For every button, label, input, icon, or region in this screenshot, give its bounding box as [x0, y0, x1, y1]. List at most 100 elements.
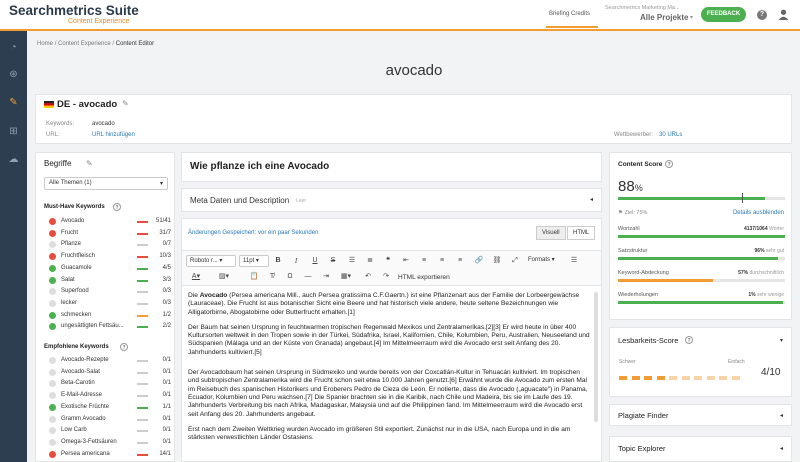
left-sidebar: ◔ ⊛ ✎ ⊞ ☁: [0, 31, 27, 462]
keyword-row[interactable]: Superfood 0/3: [49, 287, 171, 297]
tab-html[interactable]: HTML: [567, 226, 596, 240]
cloud-icon[interactable]: ☁: [7, 153, 20, 166]
project-org[interactable]: Searchmetrics Marketing Ma...: [605, 5, 680, 11]
align-center-icon[interactable]: ≡: [436, 255, 448, 267]
app-logo[interactable]: Searchmetrics Suite: [9, 3, 139, 18]
competitors-link[interactable]: 30 URLs: [659, 132, 682, 138]
keyword-name: schmecken: [61, 311, 92, 318]
undo-icon[interactable]: ↶: [362, 271, 374, 283]
keyword-row[interactable]: Low Carb 0/1: [49, 426, 171, 436]
keyword-name: Pflanze: [61, 241, 82, 248]
caret-left-icon[interactable]: ◂: [780, 412, 783, 419]
strikethrough-icon[interactable]: S: [327, 255, 339, 267]
project-title: DE - avocado: [57, 99, 118, 110]
bold-icon[interactable]: B: [272, 255, 284, 267]
breadcrumb-home[interactable]: Home: [37, 41, 53, 47]
size-select[interactable]: 11pt ▾: [239, 255, 269, 267]
keyword-name: Avocado: [61, 218, 85, 224]
keyword-row[interactable]: Gramm Avocado 0/1: [49, 415, 171, 425]
editor-content[interactable]: Die Avocado (Persea americana Mill., auc…: [188, 292, 590, 449]
alert-icon: [49, 450, 56, 458]
paragraph-1: Die Avocado (Persea americana Mill., auc…: [188, 292, 580, 316]
content-score-card: Content Score ? 88% ⚑ Ziel: 75% Details …: [609, 152, 792, 320]
keyword-row[interactable]: Avocado-Salat 0/1: [49, 368, 171, 378]
fullscreen-icon[interactable]: ⤢: [509, 255, 521, 267]
breadcrumb-section[interactable]: Content Experience: [58, 41, 111, 47]
redo-icon[interactable]: ↷: [380, 271, 392, 283]
font-select[interactable]: Roboto r... ▾: [186, 255, 236, 267]
caret-left-icon[interactable]: ◂: [780, 445, 783, 452]
keyword-count: 4/5: [162, 264, 171, 271]
editor-scrollbar[interactable]: [594, 292, 598, 422]
readability-segment: [631, 376, 640, 380]
chevron-down-icon[interactable]: ▾: [780, 337, 783, 344]
keyword-row[interactable]: Avocado 51/41: [49, 217, 171, 227]
keyword-row[interactable]: Frucht 31/7: [49, 229, 171, 239]
sitemap-icon[interactable]: ⊞: [7, 125, 20, 138]
dashboard-icon[interactable]: ◔: [7, 41, 20, 54]
bullet-list-icon[interactable]: ☰: [346, 255, 358, 267]
blockquote-icon[interactable]: ❝: [382, 255, 394, 267]
keyword-row[interactable]: Guacamole 4/5: [49, 264, 171, 274]
table-icon[interactable]: ▦▾: [340, 271, 352, 283]
metric-value: 57% durchschnittlich: [738, 270, 784, 276]
special-char-icon[interactable]: Ω: [284, 271, 296, 283]
keyword-row[interactable]: Fruchtfleisch 10/3: [49, 252, 171, 262]
keyword-row[interactable]: lecker 0/3: [49, 299, 171, 309]
project-selector[interactable]: Alle Projekte: [640, 13, 688, 22]
info-icon[interactable]: ?: [665, 160, 673, 168]
numbered-list-icon[interactable]: ≣: [364, 255, 376, 267]
info-icon[interactable]: ?: [685, 336, 693, 344]
nav-briefing-credits[interactable]: Briefing Credits: [549, 11, 590, 17]
unlink-icon[interactable]: ⛓: [491, 255, 503, 267]
keyword-row[interactable]: Persea americana 14/1: [49, 450, 171, 460]
edit-pencil-icon[interactable]: ✎: [122, 99, 129, 108]
user-icon[interactable]: [778, 9, 789, 20]
keyword-row[interactable]: Omega-3-Fettsäuren 0/1: [49, 438, 171, 448]
keyword-bar: [137, 383, 148, 386]
hide-details-link[interactable]: Details ausblenden: [733, 210, 784, 216]
topics-filter-select[interactable]: Alle Themen (1) ▾: [44, 177, 168, 190]
document-title[interactable]: Wie pflanze ich eine Avocado: [190, 161, 329, 172]
align-right-icon[interactable]: ≡: [454, 255, 466, 267]
chevron-down-icon[interactable]: ▾: [690, 14, 693, 21]
clear-format-icon[interactable]: T̸: [266, 271, 278, 283]
info-icon[interactable]: ?: [120, 343, 128, 351]
editor-pencil-icon[interactable]: ✎: [7, 96, 20, 109]
align-justify-icon[interactable]: ☰: [568, 255, 580, 267]
caret-left-icon[interactable]: ◂: [590, 196, 593, 203]
info-icon[interactable]: ?: [113, 203, 121, 211]
add-url-link[interactable]: URL hinzufügen: [92, 132, 135, 138]
keyword-row[interactable]: ungesättigten Fettsäu... 2/2: [49, 322, 171, 332]
metric-label: Keyword-Abdeckung: [618, 270, 669, 276]
indent-icon[interactable]: ⇥: [320, 271, 332, 283]
paste-icon[interactable]: 📋: [248, 271, 260, 283]
formats-select[interactable]: Formats ▾: [525, 255, 563, 267]
keyword-row[interactable]: Beta-Carotin 0/1: [49, 379, 171, 389]
keyword-row[interactable]: E-Mail-Adresse 0/1: [49, 391, 171, 401]
keyword-name: Avocado-Salat: [61, 368, 100, 375]
keyword-row[interactable]: schmecken 1/2: [49, 311, 171, 321]
tab-visual[interactable]: Visuell: [536, 226, 566, 240]
font-color-icon[interactable]: A▾: [190, 271, 202, 283]
edit-terms-icon[interactable]: ✎: [86, 159, 93, 168]
background-color-icon[interactable]: ▨▾: [218, 271, 230, 283]
italic-icon[interactable]: I: [290, 255, 302, 267]
meta-card[interactable]: Meta Daten und Description Leer ◂: [181, 188, 602, 212]
keyword-row[interactable]: Pflanze 0/7: [49, 240, 171, 250]
feedback-button[interactable]: FEEDBACK: [701, 7, 746, 22]
html-export-button[interactable]: HTML exportieren: [398, 274, 450, 281]
keyword-row[interactable]: Avocado-Rezepte 0/1: [49, 356, 171, 366]
align-left-icon[interactable]: ≡: [418, 255, 430, 267]
readability-segment: [694, 376, 702, 380]
metric-value: 96% sehr gut: [755, 248, 784, 254]
plagiat-panel[interactable]: Plagiate Finder ◂: [609, 404, 792, 426]
keyword-row[interactable]: Salat 3/3: [49, 276, 171, 286]
horizontal-rule-icon[interactable]: ―: [302, 271, 314, 283]
underline-icon[interactable]: U: [309, 255, 321, 267]
outdent-icon[interactable]: ⇤: [400, 255, 412, 267]
link-icon[interactable]: 🔗: [473, 255, 485, 267]
topic-panel[interactable]: Topic Explorer ◂: [609, 436, 792, 462]
help-icon[interactable]: ?: [757, 10, 767, 20]
keyword-row[interactable]: Exotische Früchte 1/1: [49, 403, 171, 413]
